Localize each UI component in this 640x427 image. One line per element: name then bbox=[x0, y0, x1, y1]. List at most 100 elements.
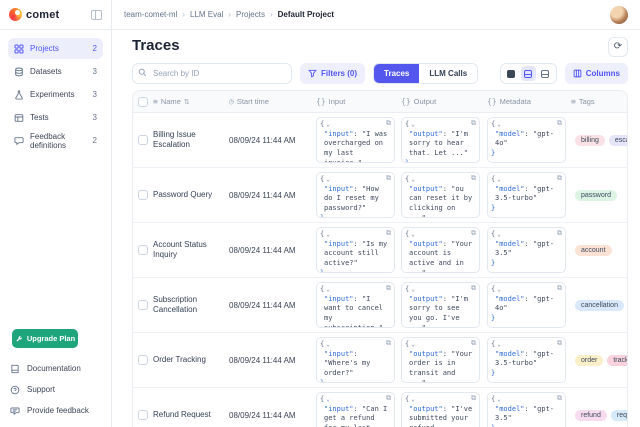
copy-icon[interactable]: ⧉ bbox=[386, 339, 391, 349]
sidebar-item-experiments[interactable]: Experiments 3 bbox=[8, 84, 103, 105]
sidebar-item-datasets[interactable]: Datasets 3 bbox=[8, 61, 103, 82]
sidebar-collapse-icon[interactable] bbox=[91, 10, 102, 20]
table-row[interactable]: Billing Issue Escalation08/09/24 11:44 A… bbox=[133, 113, 627, 168]
sidebar-item-documentation[interactable]: Documentation bbox=[10, 358, 101, 379]
copy-icon[interactable]: ⧉ bbox=[471, 229, 476, 239]
json-expand-header[interactable]: {⌄ bbox=[320, 340, 391, 350]
json-expand-header[interactable]: {⌄ bbox=[320, 395, 391, 405]
output-json-box[interactable]: {⌄⧉"output": "I'm sorry to hear that. Le… bbox=[401, 117, 480, 163]
density-large-button[interactable] bbox=[538, 66, 553, 81]
json-expand-header[interactable]: {⌄ bbox=[405, 230, 476, 240]
copy-icon[interactable]: ⧉ bbox=[557, 339, 562, 349]
json-expand-header[interactable]: {⌄ bbox=[491, 285, 562, 295]
filters-button[interactable]: Filters (0) bbox=[300, 63, 365, 84]
json-expand-header[interactable]: {⌄ bbox=[320, 230, 391, 240]
json-expand-header[interactable]: {⌄ bbox=[405, 175, 476, 185]
table-row[interactable]: Password Query08/09/24 11:44 AM{⌄⧉"input… bbox=[133, 168, 627, 223]
copy-icon[interactable]: ⧉ bbox=[386, 284, 391, 294]
row-checkbox[interactable] bbox=[138, 190, 148, 200]
json-expand-header[interactable]: {⌄ bbox=[405, 340, 476, 350]
breadcrumb-item[interactable]: LLM Eval bbox=[190, 10, 223, 19]
input-json-box[interactable]: {⌄⧉"input": "Where's my order?"} bbox=[316, 337, 395, 383]
json-expand-header[interactable]: {⌄ bbox=[405, 120, 476, 130]
search-input[interactable] bbox=[132, 63, 292, 84]
col-header-tags[interactable]: ≡Tags bbox=[571, 97, 627, 106]
select-all-checkbox[interactable] bbox=[138, 97, 148, 107]
metadata-json-box[interactable]: {⌄⧉"model": "gpt-3.5-turbo"} bbox=[487, 172, 566, 218]
row-checkbox[interactable] bbox=[138, 245, 148, 255]
json-expand-header[interactable]: {⌄ bbox=[491, 395, 562, 405]
json-expand-header[interactable]: {⌄ bbox=[320, 120, 391, 130]
metadata-json-box[interactable]: {⌄⧉"model": "gpt-4o"} bbox=[487, 282, 566, 328]
user-avatar[interactable] bbox=[610, 6, 628, 24]
sidebar-item-tests[interactable]: Tests 3 bbox=[8, 107, 103, 128]
copy-icon[interactable]: ⧉ bbox=[557, 174, 562, 184]
output-json-box[interactable]: {⌄⧉"output": "ou can reset it by clickin… bbox=[401, 172, 480, 218]
comet-logo[interactable]: comet bbox=[9, 8, 59, 21]
col-header-input[interactable]: {}Input bbox=[316, 97, 401, 106]
json-expand-header[interactable]: {⌄ bbox=[320, 285, 391, 295]
tab-llm-calls[interactable]: LLM Calls bbox=[419, 64, 477, 83]
tab-traces[interactable]: Traces bbox=[374, 64, 419, 83]
row-checkbox[interactable] bbox=[138, 135, 148, 145]
tag-pill[interactable]: request bbox=[611, 410, 627, 421]
input-json-box[interactable]: {⌄⧉"input": "I want to cancel my subscri… bbox=[316, 282, 395, 328]
columns-button[interactable]: Columns bbox=[565, 63, 628, 84]
tag-pill[interactable]: tracking bbox=[607, 355, 627, 366]
metadata-json-box[interactable]: {⌄⧉"model": "gpt-3.5-turbo"} bbox=[487, 337, 566, 383]
col-header-start-time[interactable]: ◷Start time bbox=[229, 97, 316, 106]
copy-icon[interactable]: ⧉ bbox=[471, 119, 476, 129]
input-json-box[interactable]: {⌄⧉"input": "Can I get a refund for my l… bbox=[316, 392, 395, 427]
input-json-box[interactable]: {⌄⧉"input": "How do I reset my password?… bbox=[316, 172, 395, 218]
tag-pill[interactable]: cancellation bbox=[575, 300, 624, 311]
tag-pill[interactable]: refund bbox=[575, 410, 607, 421]
sidebar-item-feedback-definitions[interactable]: Feedback definitions 2 bbox=[8, 130, 103, 151]
row-checkbox[interactable] bbox=[138, 300, 148, 310]
upgrade-plan-button[interactable]: Upgrade Plan bbox=[12, 329, 78, 348]
metadata-json-box[interactable]: {⌄⧉"model": "gpt-4o"} bbox=[487, 117, 566, 163]
table-row[interactable]: Refund Request08/09/24 11:44 AM{⌄⧉"input… bbox=[133, 388, 627, 427]
row-checkbox[interactable] bbox=[138, 355, 148, 365]
json-expand-header[interactable]: {⌄ bbox=[491, 120, 562, 130]
copy-icon[interactable]: ⧉ bbox=[471, 394, 476, 404]
copy-icon[interactable]: ⧉ bbox=[386, 119, 391, 129]
tag-pill[interactable]: password bbox=[575, 190, 617, 201]
sort-icon[interactable]: ⇅ bbox=[184, 98, 190, 106]
copy-icon[interactable]: ⧉ bbox=[557, 284, 562, 294]
metadata-json-box[interactable]: {⌄⧉"model": "gpt-3.5"} bbox=[487, 392, 566, 427]
copy-icon[interactable]: ⧉ bbox=[386, 394, 391, 404]
json-expand-header[interactable]: {⌄ bbox=[320, 175, 391, 185]
copy-icon[interactable]: ⧉ bbox=[471, 284, 476, 294]
copy-icon[interactable]: ⧉ bbox=[386, 229, 391, 239]
copy-icon[interactable]: ⧉ bbox=[557, 119, 562, 129]
output-json-box[interactable]: {⌄⧉"output": "Your account is active and… bbox=[401, 227, 480, 273]
copy-icon[interactable]: ⧉ bbox=[471, 174, 476, 184]
output-json-box[interactable]: {⌄⧉"output": "I'm sorry to see you go. I… bbox=[401, 282, 480, 328]
json-expand-header[interactable]: {⌄ bbox=[491, 340, 562, 350]
col-header-metadata[interactable]: {}Metadata bbox=[487, 97, 571, 106]
tag-pill[interactable]: billing bbox=[575, 135, 605, 146]
tag-pill[interactable]: order bbox=[575, 355, 603, 366]
density-small-button[interactable] bbox=[504, 66, 519, 81]
copy-icon[interactable]: ⧉ bbox=[557, 394, 562, 404]
col-header-name[interactable]: ≡Name⇅ bbox=[153, 97, 229, 106]
json-expand-header[interactable]: {⌄ bbox=[491, 230, 562, 240]
metadata-json-box[interactable]: {⌄⧉"model": "gpt-3.5"} bbox=[487, 227, 566, 273]
density-medium-button[interactable] bbox=[521, 66, 536, 81]
sidebar-item-provide-feedback[interactable]: Provide feedback bbox=[10, 400, 101, 421]
sidebar-item-projects[interactable]: Projects 2 bbox=[8, 38, 103, 59]
refresh-button[interactable]: ⟳ bbox=[608, 37, 628, 57]
tag-pill[interactable]: escalation bbox=[609, 135, 627, 146]
copy-icon[interactable]: ⧉ bbox=[557, 229, 562, 239]
copy-icon[interactable]: ⧉ bbox=[471, 339, 476, 349]
input-json-box[interactable]: {⌄⧉"input": "Is my account still active?… bbox=[316, 227, 395, 273]
json-expand-header[interactable]: {⌄ bbox=[405, 285, 476, 295]
copy-icon[interactable]: ⧉ bbox=[386, 174, 391, 184]
sidebar-item-support[interactable]: Support bbox=[10, 379, 101, 400]
table-row[interactable]: Order Tracking08/09/24 11:44 AM{⌄⧉"input… bbox=[133, 333, 627, 388]
breadcrumb-item[interactable]: team-comet-ml bbox=[124, 10, 177, 19]
output-json-box[interactable]: {⌄⧉"output": "I've submitted your refund… bbox=[401, 392, 480, 427]
col-header-output[interactable]: {}Output bbox=[401, 97, 487, 106]
table-row[interactable]: Account Status Inquiry08/09/24 11:44 AM{… bbox=[133, 223, 627, 278]
input-json-box[interactable]: {⌄⧉"input": "I was overcharged on my las… bbox=[316, 117, 395, 163]
